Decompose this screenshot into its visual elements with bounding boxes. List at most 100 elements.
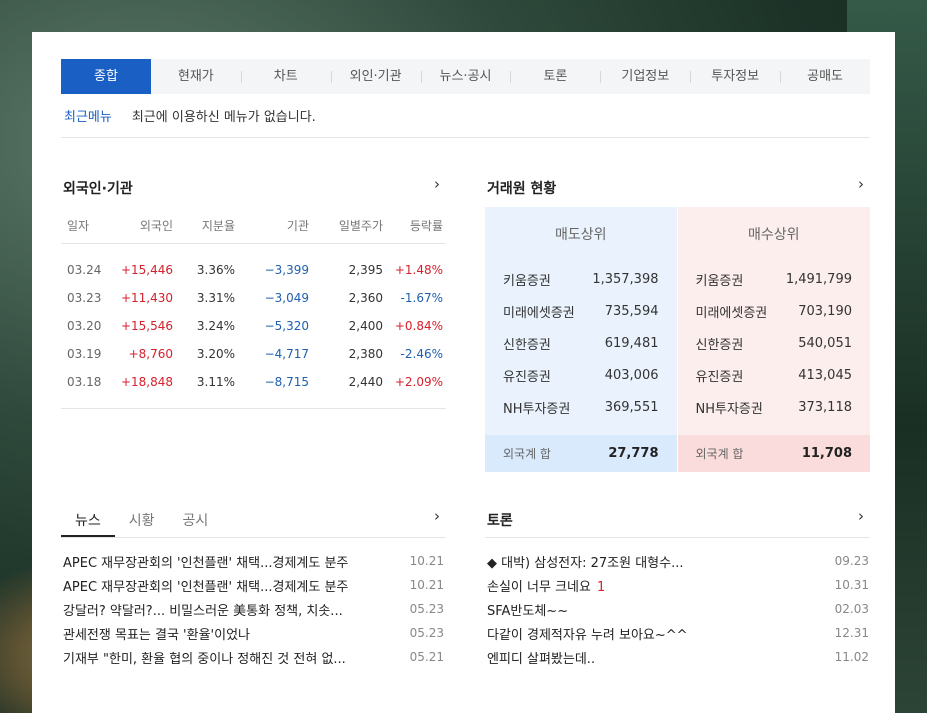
cell-price: 2,380 — [348, 347, 383, 361]
chevron-right-icon[interactable]: › — [434, 507, 440, 525]
cell-date: 03.24 — [67, 263, 102, 277]
broker-name: 키움증권 — [695, 273, 744, 289]
header-date: 일자 — [67, 219, 90, 233]
news-title[interactable]: 기재부 "한미, 환율 협의 중이나 정해진 것 전혀 없... — [63, 648, 346, 667]
tab-summary[interactable]: 종합 — [61, 59, 151, 94]
discussion-list: ◆ 대박) 삼성전자: 27조원 대형수... 09.23 손실이 너무 크네요 1… — [487, 549, 869, 669]
foreign-table: 일자 외국인 지분율 기관 일별주가 등락률 03.24 +15,446 3.3… — [61, 208, 446, 409]
broker-value: 703,190 — [798, 303, 852, 319]
list-item[interactable]: 엔피디 살펴봤는데.. 11.02 — [487, 645, 869, 669]
post-title[interactable]: ◆ 대박) 삼성전자: 27조원 대형수... — [487, 552, 683, 571]
news-date: 05.23 — [409, 626, 444, 640]
list-item[interactable]: 손실이 너무 크네요 1 10.31 — [487, 573, 869, 597]
tab-disclosure[interactable]: 공시 — [169, 502, 223, 537]
tab-current-price[interactable]: 현재가 — [151, 59, 241, 94]
post-title[interactable]: 다같이 경제적자유 누려 보아요~^^ — [487, 624, 688, 643]
cell-institution: −3,399 — [264, 263, 309, 277]
header-change: 등락률 — [409, 219, 443, 233]
main-tabs: 종합 현재가 차트 외인·기관 뉴스·공시 토론 기업정보 투자정보 공매도 — [61, 59, 870, 94]
list-item[interactable]: 관세전쟁 목표는 결국 '환율'이었나 05.23 — [63, 621, 444, 645]
list-item[interactable]: APEC 재무장관회의 '인천플랜' 채택...경제계도 분주 10.21 — [63, 573, 444, 597]
post-title[interactable]: 엔피디 살펴봤는데.. — [487, 648, 595, 667]
news-title[interactable]: 관세전쟁 목표는 결국 '환율'이었나 — [63, 624, 250, 643]
cell-institution: −5,320 — [264, 319, 309, 333]
tab-foreign-institution[interactable]: 외인·기관 — [330, 59, 421, 94]
cell-change: +1.48% — [394, 263, 443, 277]
chevron-right-icon[interactable]: › — [858, 507, 864, 525]
recent-menu-label: 최근메뉴 — [64, 110, 112, 125]
list-item: NH투자증권 369,551 — [485, 391, 677, 423]
cell-ratio: 3.31% — [196, 291, 235, 305]
post-date: 11.02 — [834, 650, 869, 664]
total-label: 외국계 합 — [503, 447, 551, 461]
foreign-table-header: 일자 외국인 지분율 기관 일별주가 등락률 — [61, 208, 446, 244]
broker-name: 키움증권 — [503, 273, 551, 289]
list-item: 유진증권 413,045 — [678, 359, 871, 391]
tab-investment-info[interactable]: 투자정보 — [690, 59, 780, 94]
post-date: 10.31 — [834, 578, 869, 592]
discussion-section-title[interactable]: 토론 — [487, 510, 513, 530]
list-item: 신한증권 540,051 — [678, 327, 871, 359]
tab-company-info[interactable]: 기업정보 — [600, 59, 690, 94]
cell-price: 2,360 — [348, 291, 383, 305]
broker-section-title[interactable]: 거래원 현황 — [487, 178, 556, 198]
news-title[interactable]: 강달러? 약달러?... 비밀스러운 美통화 정책, 치솟... — [63, 600, 343, 619]
list-item: 미래에셋증권 703,190 — [678, 295, 871, 327]
list-item[interactable]: ◆ 대박) 삼성전자: 27조원 대형수... 09.23 — [487, 549, 869, 573]
list-item[interactable]: 다같이 경제적자유 누려 보아요~^^ 12.31 — [487, 621, 869, 645]
news-title[interactable]: APEC 재무장관회의 '인천플랜' 채택...경제계도 분주 — [63, 552, 348, 571]
tab-discussion[interactable]: 토론 — [510, 59, 600, 94]
cell-ratio: 3.36% — [196, 263, 235, 277]
broker-value: 1,357,398 — [592, 271, 659, 287]
foreign-section-title[interactable]: 외국인·기관 — [63, 178, 133, 198]
news-date: 10.21 — [409, 554, 444, 568]
chevron-right-icon[interactable]: › — [434, 175, 440, 193]
post-title[interactable]: 손실이 너무 크네요 1 — [487, 576, 605, 595]
list-item[interactable]: 강달러? 약달러?... 비밀스러운 美통화 정책, 치솟... 05.23 — [63, 597, 444, 621]
broker-name: NH투자증권 — [503, 401, 571, 417]
broker-value: 373,118 — [798, 399, 852, 415]
broker-name: 신한증권 — [695, 337, 744, 353]
broker-value: 1,491,799 — [785, 271, 852, 287]
broker-value: 619,481 — [604, 335, 659, 351]
news-tabs: 뉴스 시황 공시 — [61, 502, 446, 538]
cell-date: 03.19 — [67, 347, 102, 361]
tab-short-selling[interactable]: 공매도 — [780, 59, 870, 94]
recent-menu-bar: 최근메뉴 최근에 이용하신 메뉴가 없습니다. — [61, 94, 870, 138]
cell-foreign: +15,546 — [120, 319, 173, 333]
tab-news-disclosure[interactable]: 뉴스·공시 — [420, 59, 511, 94]
list-item: NH투자증권 373,118 — [678, 391, 871, 423]
sell-top-column: 매도상위 키움증권 1,357,398 미래에셋증권 735,594 신한증권 619… — [485, 207, 678, 472]
chevron-right-icon[interactable]: › — [858, 175, 864, 193]
cell-date: 03.18 — [67, 375, 102, 389]
post-date: 09.23 — [834, 554, 869, 568]
news-list: APEC 재무장관회의 '인천플랜' 채택...경제계도 분주 10.21 APE… — [63, 549, 444, 669]
list-item[interactable]: APEC 재무장관회의 '인천플랜' 채택...경제계도 분주 10.21 — [63, 549, 444, 573]
post-title[interactable]: SFA반도체~~ — [487, 600, 568, 619]
tab-news[interactable]: 뉴스 — [61, 502, 115, 537]
list-item[interactable]: SFA반도체~~ 02.03 — [487, 597, 869, 621]
broker-value: 735,594 — [604, 303, 659, 319]
news-title[interactable]: APEC 재무장관회의 '인천플랜' 채택...경제계도 분주 — [63, 576, 348, 595]
cell-price: 2,440 — [348, 375, 383, 389]
cell-ratio: 3.24% — [196, 319, 235, 333]
list-item[interactable]: 기재부 "한미, 환율 협의 중이나 정해진 것 전혀 없... 05.21 — [63, 645, 444, 669]
tab-chart[interactable]: 차트 — [240, 59, 331, 94]
sell-foreign-total: 외국계 합 27,778 — [485, 435, 677, 472]
cell-change: -1.67% — [400, 291, 443, 305]
sell-top-header: 매도상위 — [554, 227, 607, 243]
total-value: 11,708 — [801, 446, 852, 461]
cell-foreign: +18,848 — [120, 375, 173, 389]
cell-date: 03.23 — [67, 291, 102, 305]
tab-market[interactable]: 시황 — [115, 502, 169, 537]
table-row: 03.20 +15,546 3.24% −5,320 2,400 +0.84% — [61, 312, 446, 340]
post-date: 12.31 — [834, 626, 869, 640]
news-date: 05.23 — [409, 602, 444, 616]
broker-table: 매도상위 키움증권 1,357,398 미래에셋증권 735,594 신한증권 619… — [485, 207, 870, 472]
broker-value: 540,051 — [798, 335, 852, 351]
broker-name: 미래에셋증권 — [503, 305, 575, 321]
cell-foreign: +11,430 — [120, 291, 173, 305]
broker-value: 369,551 — [604, 399, 659, 415]
cell-change: +2.09% — [394, 375, 443, 389]
total-label: 외국계 합 — [695, 447, 744, 461]
